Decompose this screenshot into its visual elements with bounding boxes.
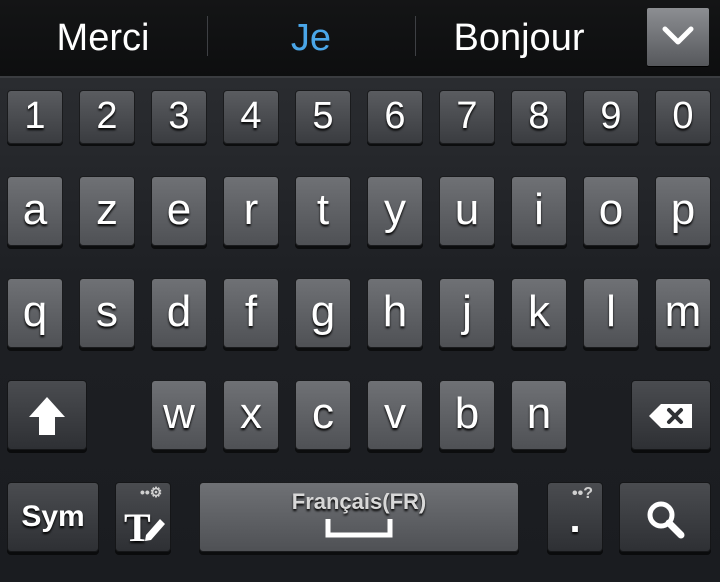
suggestion-bar: Merci Je Bonjour — [0, 0, 720, 78]
space-bar[interactable]: Français(FR) — [199, 482, 519, 552]
key-u[interactable]: u — [439, 176, 495, 246]
key-l[interactable]: l — [583, 278, 639, 348]
collapse-suggestions-button[interactable] — [647, 8, 709, 66]
suggestion-bonjour[interactable]: Bonjour — [416, 0, 622, 76]
search-key[interactable] — [619, 482, 711, 552]
key-9[interactable]: 9 — [583, 90, 639, 144]
key-v[interactable]: v — [367, 380, 423, 450]
chevron-down-icon — [662, 26, 694, 45]
key-5[interactable]: 5 — [295, 90, 351, 144]
key-x[interactable]: x — [223, 380, 279, 450]
key-p[interactable]: p — [655, 176, 711, 246]
key-t[interactable]: t — [295, 176, 351, 246]
search-icon — [647, 501, 685, 539]
key-z[interactable]: z — [79, 176, 135, 246]
text-tool-key[interactable]: ••⚙ T — [115, 482, 171, 552]
key-h[interactable]: h — [367, 278, 423, 348]
key-b[interactable]: b — [439, 380, 495, 450]
shift-arrow-icon — [29, 397, 65, 435]
key-q[interactable]: q — [7, 278, 63, 348]
key-o[interactable]: o — [583, 176, 639, 246]
key-7[interactable]: 7 — [439, 90, 495, 144]
period-label: . — [569, 497, 581, 541]
period-key[interactable]: ••? . — [547, 482, 603, 552]
key-i[interactable]: i — [511, 176, 567, 246]
backspace-icon — [649, 404, 692, 428]
keyboard: 1 2 3 4 5 6 7 8 9 0 a z e r t y u i o p … — [0, 78, 720, 582]
key-0[interactable]: 0 — [655, 90, 711, 144]
suggestion-je[interactable]: Je — [208, 0, 414, 76]
key-d[interactable]: d — [151, 278, 207, 348]
key-a[interactable]: a — [7, 176, 63, 246]
backspace-key[interactable] — [631, 380, 711, 450]
shift-key[interactable] — [7, 380, 87, 450]
key-8[interactable]: 8 — [511, 90, 567, 144]
key-f[interactable]: f — [223, 278, 279, 348]
sym-key[interactable]: Sym — [7, 482, 99, 552]
suggestion-merci[interactable]: Merci — [0, 0, 206, 76]
key-2[interactable]: 2 — [79, 90, 135, 144]
space-icon — [325, 519, 393, 538]
key-n[interactable]: n — [511, 380, 567, 450]
key-6[interactable]: 6 — [367, 90, 423, 144]
key-r[interactable]: r — [223, 176, 279, 246]
key-s[interactable]: s — [79, 278, 135, 348]
key-w[interactable]: w — [151, 380, 207, 450]
key-g[interactable]: g — [295, 278, 351, 348]
key-e[interactable]: e — [151, 176, 207, 246]
key-c[interactable]: c — [295, 380, 351, 450]
key-k[interactable]: k — [511, 278, 567, 348]
text-edit-icon: T — [124, 505, 165, 545]
settings-dots-icon: ••⚙ — [140, 484, 163, 500]
key-1[interactable]: 1 — [7, 90, 63, 144]
space-language-label: Français(FR) — [291, 489, 427, 514]
key-y[interactable]: y — [367, 176, 423, 246]
key-4[interactable]: 4 — [223, 90, 279, 144]
key-3[interactable]: 3 — [151, 90, 207, 144]
key-j[interactable]: j — [439, 278, 495, 348]
key-m[interactable]: m — [655, 278, 711, 348]
